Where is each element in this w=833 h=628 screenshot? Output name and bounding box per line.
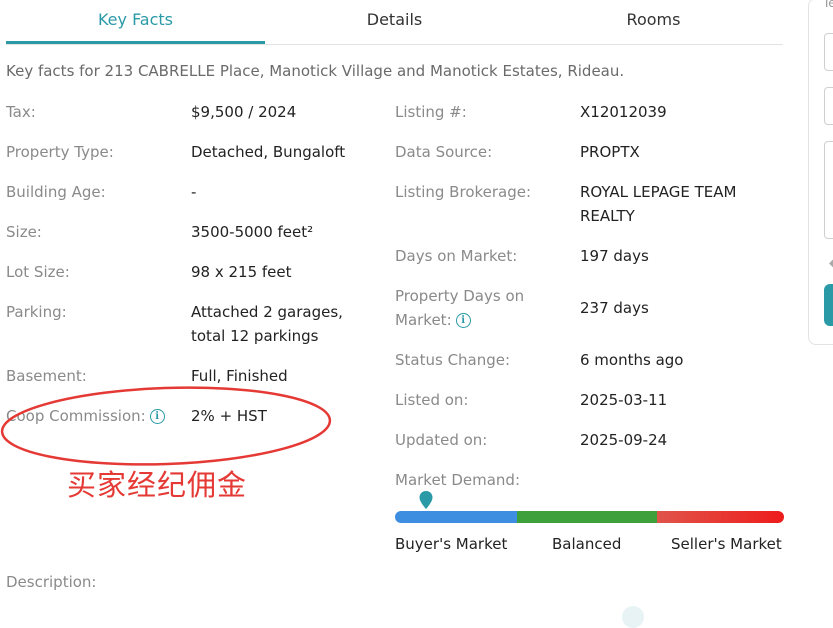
status-change-value: 6 months ago (580, 351, 684, 369)
tax-value: $9,500 / 2024 (191, 103, 297, 121)
key-facts-intro: Key facts for 213 CABRELLE Place, Manoti… (6, 62, 625, 80)
side-message-field[interactable] (824, 141, 833, 239)
property-type-value: Detached, Bungaloft (191, 143, 346, 161)
tab-rooms[interactable]: Rooms (524, 0, 783, 43)
tab-details[interactable]: Details (265, 0, 524, 43)
info-icon[interactable]: i (455, 313, 471, 328)
data-source-label: Data Source: (395, 143, 493, 161)
tab-bar: Key Facts Details Rooms (6, 0, 783, 45)
parking-value-line2: total 12 parkings (191, 327, 319, 345)
size-label: Size: (6, 223, 42, 241)
listed-on-value: 2025-03-11 (580, 391, 668, 409)
buyers-market-label: Buyer's Market (395, 535, 508, 553)
side-submit-button[interactable] (824, 284, 833, 326)
size-value: 3500-5000 feet² (191, 223, 314, 241)
status-change-label: Status Change: (395, 351, 511, 369)
side-input-1[interactable] (824, 33, 833, 71)
description-label: Description: (6, 573, 97, 591)
side-input-2[interactable] (824, 87, 833, 125)
parking-value-line1: Attached 2 garages, (191, 303, 343, 321)
property-days-label-line1: Property Days on (395, 287, 525, 305)
annotation-text: 买家经纪佣金 (67, 468, 248, 502)
days-on-market-label: Days on Market: (395, 247, 518, 265)
property-days-label-line2-text: Market: (395, 311, 452, 329)
annotation-ellipse (0, 386, 332, 466)
balanced-segment (517, 511, 657, 523)
building-age-value: - (191, 183, 197, 201)
basement-label: Basement: (6, 367, 87, 385)
lot-size-label: Lot Size: (6, 263, 70, 281)
updated-on-value: 2025-09-24 (580, 431, 668, 449)
days-on-market-value: 197 days (580, 247, 649, 265)
tax-label: Tax: (6, 103, 36, 121)
listing-number-value: X12012039 (580, 103, 667, 121)
market-demand-bar (395, 511, 784, 523)
side-panel-text: Te (823, 0, 833, 10)
lot-size-value: 98 x 215 feet (191, 263, 292, 281)
map-pin-icon (419, 491, 433, 509)
balanced-label: Balanced (552, 535, 622, 553)
tab-key-facts[interactable]: Key Facts (6, 0, 265, 44)
listing-brokerage-line2: REALTY (580, 207, 635, 225)
listing-number-label: Listing #: (395, 103, 467, 121)
parking-label: Parking: (6, 303, 67, 321)
property-days-label-line2: Market: i (395, 308, 524, 332)
updated-on-label: Updated on: (395, 431, 488, 449)
sellers-market-segment (657, 511, 784, 523)
buyers-market-segment (395, 511, 517, 523)
property-days-on-market-label: Property Days on Market: i (395, 284, 524, 332)
parking-value: Attached 2 garages, total 12 parkings (191, 300, 343, 348)
listing-brokerage-label: Listing Brokerage: (395, 183, 532, 201)
scroll-indicator (622, 606, 644, 628)
basement-value: Full, Finished (191, 367, 288, 385)
property-type-label: Property Type: (6, 143, 114, 161)
listing-brokerage-line1: ROYAL LEPAGE TEAM (580, 183, 737, 201)
sellers-market-label: Seller's Market (671, 535, 782, 553)
listing-brokerage-value: ROYAL LEPAGE TEAM REALTY (580, 180, 736, 228)
property-days-on-market-value: 237 days (580, 299, 649, 317)
data-source-value: PROPTX (580, 143, 640, 161)
market-demand-label: Market Demand: (395, 471, 520, 489)
building-age-label: Building Age: (6, 183, 106, 201)
listed-on-label: Listed on: (395, 391, 469, 409)
side-dot-icon: ◆ (829, 258, 833, 269)
